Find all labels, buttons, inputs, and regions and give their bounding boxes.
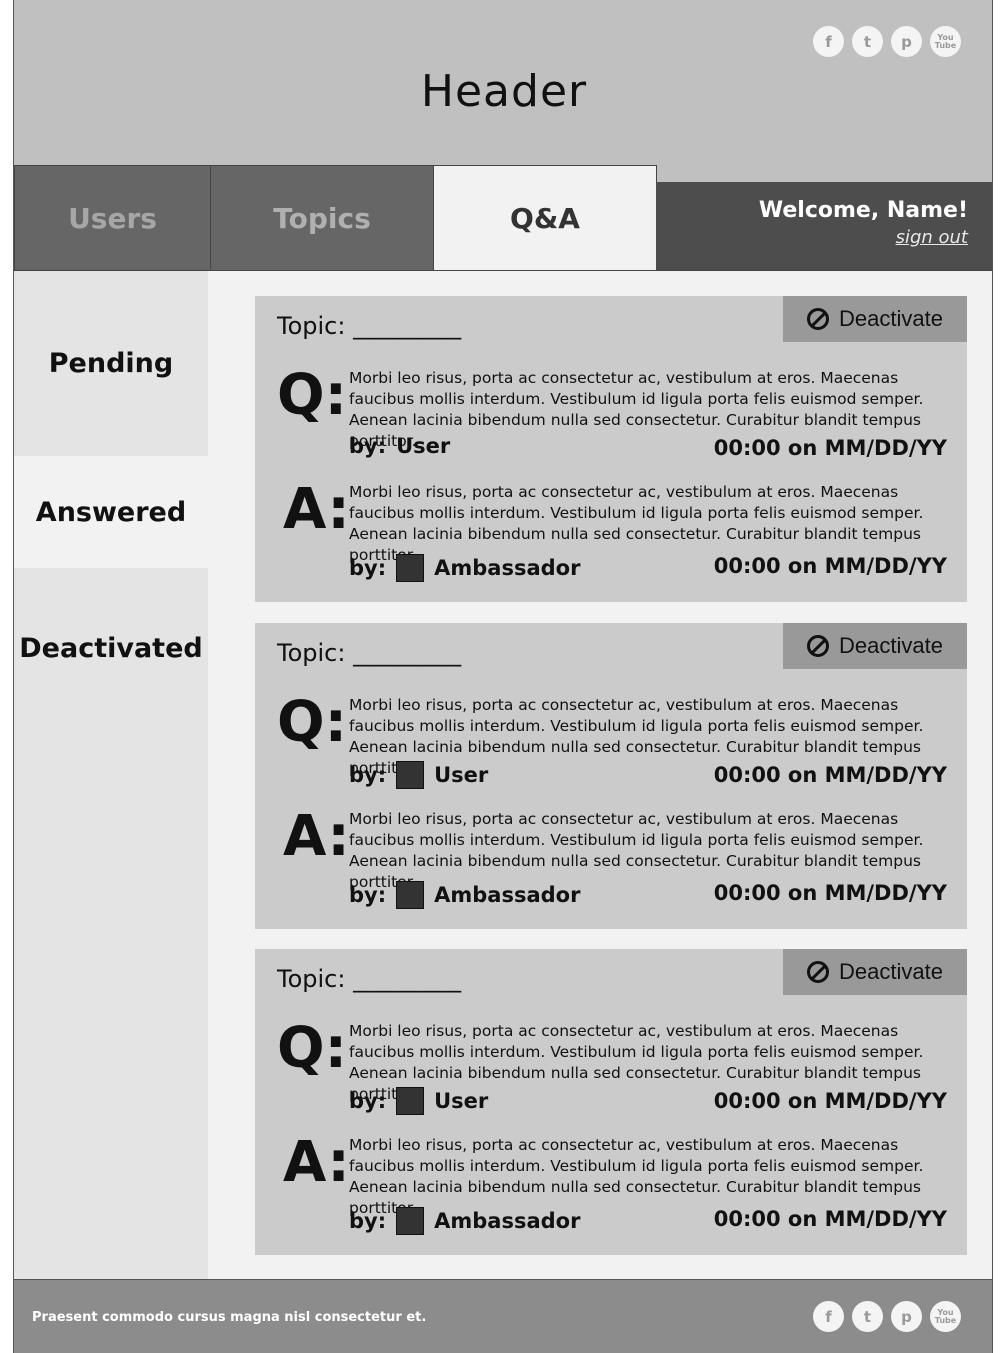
- question-letter: Q:: [277, 690, 347, 755]
- by-label: by:: [349, 1089, 387, 1113]
- by-label: by:: [349, 1209, 387, 1233]
- qa-card: Deactivate Topic: _________ Q: Morbi leo…: [255, 949, 967, 1255]
- welcome-text: Welcome, Name!: [758, 198, 968, 223]
- question-timestamp: 00:00 on MM/DD/YY: [713, 1089, 947, 1113]
- avatar: [396, 554, 425, 582]
- deactivate-button[interactable]: Deactivate: [783, 296, 967, 342]
- by-label: by:: [349, 556, 387, 580]
- footer-text: Praesent commodo cursus magna nisl conse…: [32, 1310, 427, 1325]
- deactivate-label: Deactivate: [839, 306, 943, 331]
- facebook-icon[interactable]: f: [813, 1301, 844, 1332]
- answer-byline: by: Ambassador: [349, 554, 580, 582]
- pinterest-icon[interactable]: p: [891, 26, 922, 57]
- deactivate-label: Deactivate: [839, 633, 943, 658]
- twitter-icon[interactable]: t: [852, 26, 883, 57]
- welcome-bar: Welcome, Name! sign out: [656, 182, 992, 271]
- tab-qa[interactable]: Q&A: [433, 165, 657, 271]
- ban-icon: [807, 308, 830, 330]
- question-letter: Q:: [277, 363, 347, 428]
- avatar: [396, 1087, 425, 1115]
- question-byline: by: User: [349, 761, 488, 789]
- by-label: by:: [349, 434, 387, 458]
- sidebar-item-deactivated[interactable]: Deactivated: [14, 568, 208, 728]
- answer-letter: A:: [283, 477, 350, 542]
- by-label: by:: [349, 763, 387, 787]
- twitter-icon[interactable]: t: [852, 1301, 883, 1332]
- topic-label: Topic: _________: [277, 312, 462, 340]
- ban-icon: [807, 635, 830, 657]
- answer-author: Ambassador: [434, 556, 581, 580]
- question-timestamp: 00:00 on MM/DD/YY: [713, 436, 947, 460]
- question-byline: by: User: [349, 434, 450, 458]
- youtube-icon[interactable]: You Tube: [930, 1301, 961, 1332]
- sign-out-link[interactable]: sign out: [896, 227, 968, 248]
- question-author: User: [396, 434, 451, 458]
- answer-author: Ambassador: [434, 883, 581, 907]
- question-timestamp: 00:00 on MM/DD/YY: [713, 763, 947, 787]
- deactivate-button[interactable]: Deactivate: [783, 949, 967, 995]
- sidebar-item-pending[interactable]: Pending: [14, 271, 208, 456]
- pinterest-icon[interactable]: p: [891, 1301, 922, 1332]
- header-title: Header: [420, 66, 588, 117]
- avatar: [396, 1207, 425, 1235]
- topic-label: Topic: _________: [277, 965, 462, 993]
- qa-card: Deactivate Topic: _________ Q: Morbi leo…: [255, 296, 967, 602]
- footer-social-links: f t p You Tube: [813, 1301, 961, 1332]
- answer-byline: by: Ambassador: [349, 1207, 580, 1235]
- answer-letter: A:: [283, 804, 350, 869]
- question-author: User: [434, 1089, 489, 1113]
- header-social-links: f t p You Tube: [813, 26, 961, 57]
- question-byline: by: User: [349, 1087, 488, 1115]
- site-header: Header f t p You Tube: [14, 0, 992, 182]
- answer-author: Ambassador: [434, 1209, 581, 1233]
- sidebar: Pending Answered Deactivated: [14, 271, 208, 1279]
- answer-timestamp: 00:00 on MM/DD/YY: [713, 554, 947, 578]
- page-frame: Header f t p You Tube Users Topics Q&A W…: [13, 0, 993, 1353]
- youtube-icon[interactable]: You Tube: [930, 26, 961, 57]
- site-footer: Praesent commodo cursus magna nisl conse…: [14, 1279, 992, 1353]
- sidebar-item-answered[interactable]: Answered: [14, 456, 208, 568]
- tab-users[interactable]: Users: [14, 165, 211, 271]
- deactivate-label: Deactivate: [839, 959, 943, 984]
- qa-card: Deactivate Topic: _________ Q: Morbi leo…: [255, 623, 967, 929]
- question-author: User: [434, 763, 489, 787]
- avatar: [396, 881, 425, 909]
- answer-letter: A:: [283, 1130, 350, 1195]
- topic-label: Topic: _________: [277, 639, 462, 667]
- by-label: by:: [349, 883, 387, 907]
- answer-timestamp: 00:00 on MM/DD/YY: [713, 1207, 947, 1231]
- question-letter: Q:: [277, 1016, 347, 1081]
- facebook-icon[interactable]: f: [813, 26, 844, 57]
- tab-topics[interactable]: Topics: [210, 165, 434, 271]
- avatar: [396, 761, 425, 789]
- answer-timestamp: 00:00 on MM/DD/YY: [713, 881, 947, 905]
- ban-icon: [807, 961, 830, 983]
- deactivate-button[interactable]: Deactivate: [783, 623, 967, 669]
- answer-byline: by: Ambassador: [349, 881, 580, 909]
